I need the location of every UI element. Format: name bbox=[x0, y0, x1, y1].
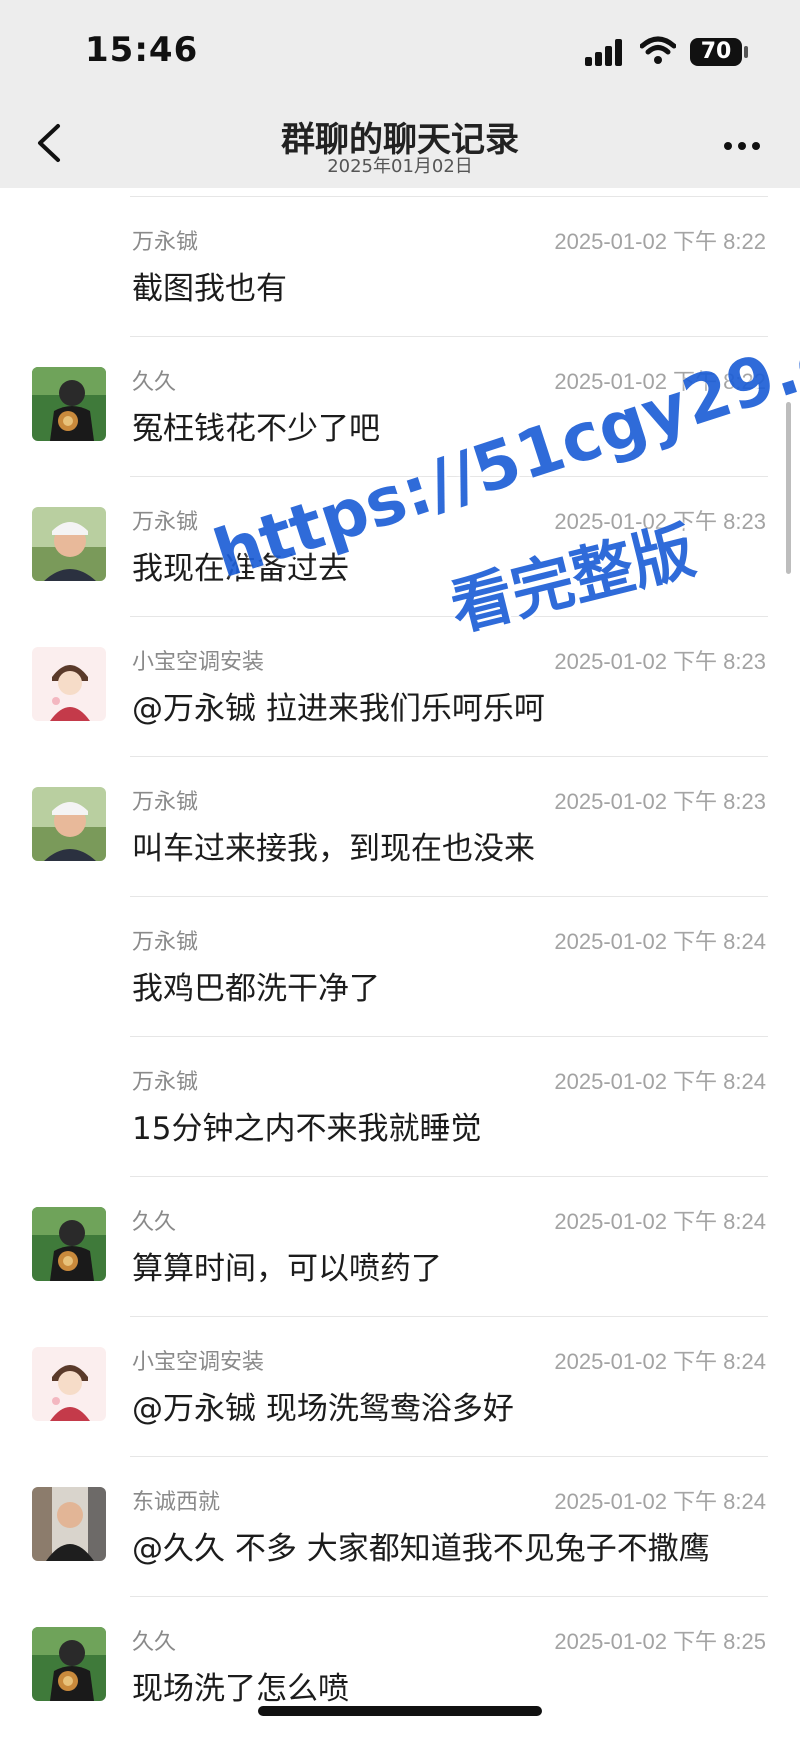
message-sender: 久久 bbox=[132, 370, 177, 395]
message-text: @万永铖 拉进来我们乐呵乐呵 bbox=[132, 691, 545, 727]
message-item[interactable]: 小宝空调安装 2025-01-02 下午 8:23 @万永铖 拉进来我们乐呵乐呵 bbox=[0, 617, 800, 757]
message-sender: 久久 bbox=[132, 1210, 177, 1235]
avatar[interactable] bbox=[32, 1487, 106, 1561]
battery-icon: 70 bbox=[690, 38, 742, 66]
message-text: 现场洗了怎么喷 bbox=[132, 1671, 349, 1707]
status-bar: 15:46 70 bbox=[0, 0, 800, 100]
message-sender: 久久 bbox=[132, 1630, 177, 1655]
message-item[interactable]: 东诚西就 2025-01-02 下午 8:24 @久久 不多 大家都知道我不见兔… bbox=[0, 1457, 800, 1597]
nav-bar: 群聊的聊天记录 2025年01月02日 bbox=[0, 100, 800, 188]
message-sender: 万永铖 bbox=[132, 790, 199, 815]
message-sender: 万永铖 bbox=[132, 1070, 199, 1095]
avatar[interactable] bbox=[32, 647, 106, 721]
more-options-icon[interactable] bbox=[720, 130, 764, 160]
message-time: 2025-01-02 下午 8:24 bbox=[554, 929, 766, 954]
message-item[interactable]: 小宝空调安装 2025-01-02 下午 8:24 @万永铖 现场洗鸳鸯浴多好 bbox=[0, 1317, 800, 1457]
message-item[interactable]: 万永铖 2025-01-02 下午 8:24 我鸡巴都洗干净了 bbox=[0, 897, 800, 1037]
scrollbar[interactable] bbox=[786, 402, 791, 574]
message-time: 2025-01-02 下午 8:24 bbox=[554, 1349, 766, 1374]
message-item[interactable]: 久久 2025-01-02 下午 8:22 冤枉钱花不少了吧 bbox=[0, 337, 800, 477]
avatar[interactable] bbox=[32, 1627, 106, 1701]
cellular-signal-icon bbox=[585, 38, 625, 66]
message-text: 冤枉钱花不少了吧 bbox=[132, 411, 380, 447]
avatar[interactable] bbox=[32, 507, 106, 581]
message-sender: 万永铖 bbox=[132, 510, 199, 535]
message-item[interactable]: 久久 2025-01-02 下午 8:24 算算时间，可以喷药了 bbox=[0, 1177, 800, 1317]
message-sender: 万永铖 bbox=[132, 930, 199, 955]
message-item[interactable]: 万永铖 2025-01-02 下午 8:23 叫车过来接我，到现在也没来 bbox=[0, 757, 800, 897]
message-text: @久久 不多 大家都知道我不见兔子不撒鹰 bbox=[132, 1531, 710, 1567]
message-time: 2025-01-02 下午 8:22 bbox=[554, 369, 766, 394]
avatar[interactable] bbox=[32, 787, 106, 861]
message-text: 我现在准备过去 bbox=[132, 551, 349, 587]
message-text: 我鸡巴都洗干净了 bbox=[132, 971, 380, 1007]
status-time: 15:46 bbox=[85, 30, 199, 70]
message-sender: 小宝空调安装 bbox=[132, 650, 265, 675]
message-time: 2025-01-02 下午 8:23 bbox=[554, 509, 766, 534]
message-time: 2025-01-02 下午 8:22 bbox=[554, 229, 766, 254]
message-text: 15分钟之内不来我就睡觉 bbox=[132, 1111, 482, 1147]
message-text: @万永铖 现场洗鸳鸯浴多好 bbox=[132, 1391, 514, 1427]
message-time: 2025-01-02 下午 8:23 bbox=[554, 789, 766, 814]
message-time: 2025-01-02 下午 8:23 bbox=[554, 649, 766, 674]
message-text: 截图我也有 bbox=[132, 271, 287, 307]
message-item[interactable]: 久久 2025-01-02 下午 8:25 现场洗了怎么喷 bbox=[0, 1597, 800, 1737]
message-sender: 小宝空调安装 bbox=[132, 1350, 265, 1375]
message-time: 2025-01-02 下午 8:25 bbox=[554, 1629, 766, 1654]
battery-cap bbox=[744, 46, 748, 58]
message-time: 2025-01-02 下午 8:24 bbox=[554, 1489, 766, 1514]
avatar[interactable] bbox=[32, 1207, 106, 1281]
message-time: 2025-01-02 下午 8:24 bbox=[554, 1209, 766, 1234]
message-sender: 万永铖 bbox=[132, 230, 199, 255]
avatar[interactable] bbox=[32, 367, 106, 441]
message-item[interactable]: 万永铖 2025-01-02 下午 8:22 截图我也有 bbox=[0, 197, 800, 337]
message-text: 叫车过来接我，到现在也没来 bbox=[132, 831, 535, 867]
home-indicator[interactable] bbox=[258, 1706, 542, 1716]
message-item[interactable]: 万永铖 2025-01-02 下午 8:23 我现在准备过去 bbox=[0, 477, 800, 617]
page-subtitle-date: 2025年01月02日 bbox=[327, 156, 473, 177]
wifi-icon bbox=[640, 36, 676, 64]
message-sender: 东诚西就 bbox=[132, 1490, 221, 1515]
message-item[interactable]: 万永铖 2025-01-02 下午 8:24 15分钟之内不来我就睡觉 bbox=[0, 1037, 800, 1177]
avatar[interactable] bbox=[32, 1347, 106, 1421]
message-text: 算算时间，可以喷药了 bbox=[132, 1251, 442, 1287]
message-time: 2025-01-02 下午 8:24 bbox=[554, 1069, 766, 1094]
